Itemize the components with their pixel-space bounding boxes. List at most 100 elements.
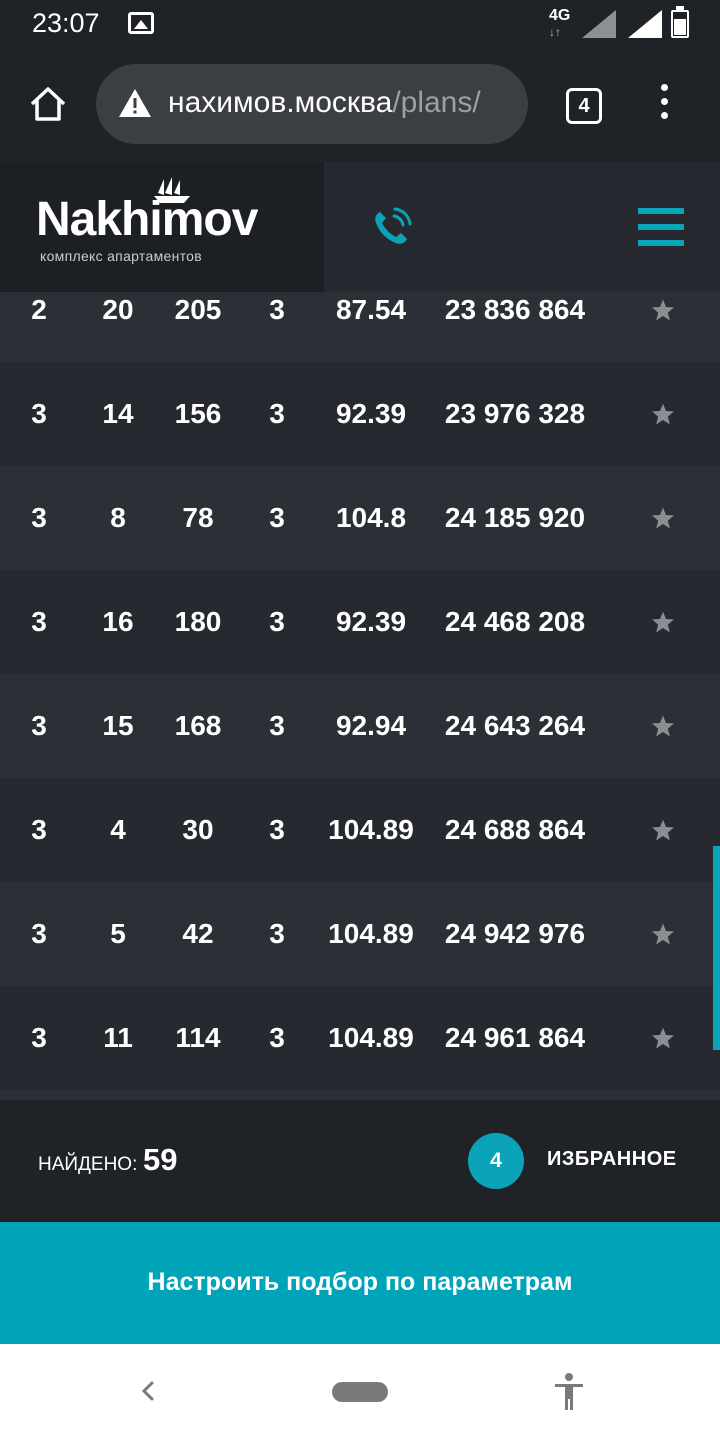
cell-price: 24 185 920 bbox=[444, 502, 586, 533]
cell-rooms: 3 bbox=[31, 398, 47, 429]
table-row[interactable]: 3 8 78 3 104.8 24 185 920 bbox=[0, 466, 720, 570]
cell-apartment-number: 180 bbox=[174, 606, 222, 637]
cell-area: 87.54 bbox=[335, 294, 407, 325]
logo-text: Nakhimov bbox=[36, 193, 258, 246]
back-icon[interactable] bbox=[138, 1374, 158, 1408]
cell-apartment-number: 114 bbox=[175, 1022, 221, 1053]
table-row[interactable]: 3 5 42 3 104.89 24 942 976 bbox=[0, 882, 720, 986]
cell-apartment-number: 168 bbox=[174, 710, 222, 741]
cell-floor: 4 bbox=[110, 814, 126, 845]
cell-floor: 14 bbox=[102, 398, 134, 429]
favorite-star-icon[interactable] bbox=[651, 1026, 675, 1050]
phone-icon[interactable] bbox=[370, 206, 412, 248]
url-path: /plans/ bbox=[392, 86, 481, 119]
favorite-star-icon[interactable] bbox=[651, 506, 675, 530]
cell-rooms: 3 bbox=[31, 918, 47, 949]
favorite-star-icon[interactable] bbox=[651, 610, 675, 634]
cell-floor: 8 bbox=[110, 502, 126, 533]
cell-floor: 11 bbox=[103, 1022, 133, 1053]
menu-icon[interactable] bbox=[638, 208, 684, 246]
cell-floor: 5 bbox=[110, 918, 126, 949]
table-row[interactable]: 3 11 114 3 104.89 24 961 864 bbox=[0, 986, 720, 1090]
tabs-icon[interactable]: 4 bbox=[566, 88, 602, 124]
scrollbar[interactable] bbox=[713, 846, 720, 1050]
cell-rooms: 3 bbox=[31, 814, 47, 845]
cell-price: 23 836 864 bbox=[444, 294, 586, 325]
cell-price: 24 961 864 bbox=[444, 1022, 586, 1053]
logo[interactable]: Nakhimov комплекс апартаментов bbox=[0, 162, 324, 292]
cell-section: 3 bbox=[269, 918, 285, 949]
cell-area: 104.8 bbox=[335, 502, 407, 533]
cell-section: 3 bbox=[269, 1022, 285, 1053]
cell-rooms: 3 bbox=[31, 502, 47, 533]
cell-floor: 20 bbox=[102, 294, 134, 325]
favorite-star-icon[interactable] bbox=[651, 298, 675, 322]
signal-icon bbox=[582, 10, 616, 38]
cell-rooms: 2 bbox=[31, 294, 47, 325]
table-row-partial bbox=[0, 1090, 720, 1100]
cell-rooms: 3 bbox=[31, 1022, 47, 1053]
url-field[interactable]: нахимов.москва/plans/ bbox=[96, 64, 528, 144]
cell-area: 104.89 bbox=[328, 814, 414, 845]
cell-area: 92.39 bbox=[335, 606, 407, 637]
cell-section: 3 bbox=[269, 606, 285, 637]
cell-floor: 15 bbox=[102, 710, 134, 741]
cell-price: 23 976 328 bbox=[444, 398, 586, 429]
warning-icon[interactable] bbox=[118, 88, 152, 118]
cell-area: 104.89 bbox=[328, 1022, 414, 1053]
data-arrows-icon: ↓↑ bbox=[549, 25, 561, 39]
cell-apartment-number: 30 bbox=[182, 814, 214, 845]
url-text: нахимов.москва/plans/ bbox=[168, 86, 481, 120]
cell-rooms: 3 bbox=[31, 606, 47, 637]
cell-price: 24 468 208 bbox=[444, 606, 586, 637]
battery-icon bbox=[671, 6, 689, 38]
found-label: НАЙДЕНО: bbox=[38, 1154, 138, 1175]
apartments-table: 2 20 205 3 87.54 23 836 864 3 14 156 3 92.39 23 976… bbox=[0, 292, 720, 1100]
cell-price: 24 643 264 bbox=[444, 710, 586, 741]
table-row[interactable]: 2 20 205 3 87.54 23 836 864 bbox=[0, 292, 720, 362]
results-bar: НАЙДЕНО: 59 4 ИЗБРАННОЕ bbox=[0, 1100, 720, 1222]
cell-rooms: 3 bbox=[31, 710, 47, 741]
table-row[interactable]: 3 16 180 3 92.39 24 468 208 bbox=[0, 570, 720, 674]
home-pill-button[interactable] bbox=[332, 1382, 388, 1402]
accessibility-icon[interactable] bbox=[552, 1372, 586, 1412]
cell-section: 3 bbox=[269, 502, 285, 533]
cell-area: 92.39 bbox=[335, 398, 407, 429]
image-notification-icon bbox=[128, 12, 154, 34]
cell-apartment-number: 156 bbox=[174, 398, 222, 429]
status-time: 23:07 bbox=[32, 8, 100, 38]
configure-filter-button[interactable]: Настроить подбор по параметрам bbox=[0, 1222, 720, 1344]
browser-toolbar: нахимов.москва/plans/ 4 bbox=[0, 48, 720, 162]
cell-floor: 16 bbox=[102, 606, 134, 637]
found-count: 59 bbox=[143, 1142, 178, 1177]
table-row[interactable]: 3 4 30 3 104.89 24 688 864 bbox=[0, 778, 720, 882]
favorite-star-icon[interactable] bbox=[651, 922, 675, 946]
site-header: Nakhimov комплекс апартаментов bbox=[0, 162, 720, 292]
url-host: нахимов.москва bbox=[168, 86, 393, 119]
table-row[interactable]: 3 14 156 3 92.39 23 976 328 bbox=[0, 362, 720, 466]
cell-section: 3 bbox=[269, 294, 285, 325]
cell-section: 3 bbox=[269, 710, 285, 741]
cell-apartment-number: 205 bbox=[174, 294, 222, 325]
logo-subtitle: комплекс апартаментов bbox=[40, 248, 202, 264]
cell-price: 24 688 864 bbox=[444, 814, 586, 845]
wifi-signal-icon bbox=[628, 10, 662, 38]
favorite-star-icon[interactable] bbox=[651, 818, 675, 842]
cell-section: 3 bbox=[269, 398, 285, 429]
table-row[interactable]: 3 15 168 3 92.94 24 643 264 bbox=[0, 674, 720, 778]
network-label: 4G bbox=[549, 7, 571, 24]
system-nav-bar bbox=[0, 1344, 720, 1440]
cell-apartment-number: 42 bbox=[182, 918, 214, 949]
cell-price: 24 942 976 bbox=[444, 918, 586, 949]
cell-apartment-number: 78 bbox=[182, 502, 214, 533]
favorite-star-icon[interactable] bbox=[651, 714, 675, 738]
cell-area: 92.94 bbox=[335, 710, 407, 741]
home-icon[interactable] bbox=[28, 84, 68, 124]
favorites-count-badge[interactable]: 4 bbox=[468, 1133, 524, 1189]
cell-area: 104.89 bbox=[328, 918, 414, 949]
cell-section: 3 bbox=[269, 814, 285, 845]
status-bar: 23:07 4G ↓↑ bbox=[0, 0, 720, 48]
more-icon[interactable] bbox=[656, 84, 672, 128]
favorites-link[interactable]: ИЗБРАННОЕ bbox=[547, 1148, 677, 1171]
favorite-star-icon[interactable] bbox=[651, 402, 675, 426]
